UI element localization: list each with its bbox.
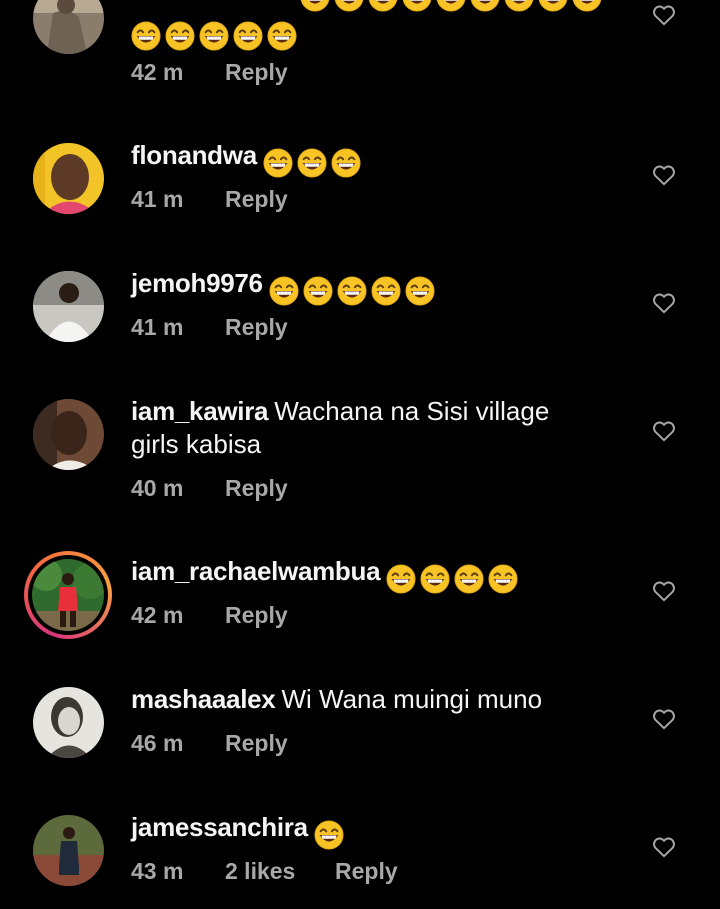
- laughing-emoji: [454, 564, 484, 594]
- comment-text-line: flonandwa: [131, 139, 601, 178]
- comment-meta: 43 m 2 likes Reply: [131, 857, 398, 885]
- laughing-emoji: [334, 0, 364, 12]
- laughing-emoji: [371, 276, 401, 306]
- laughing-emoji: [538, 0, 568, 12]
- comment-text-line: iam_kawira Wachana na Sisi village girls …: [131, 395, 601, 461]
- comment-time: 42 m: [131, 59, 184, 85]
- comment-username[interactable]: flonandwa: [131, 140, 257, 170]
- laughing-emoji: [572, 0, 602, 12]
- heart-outline-icon[interactable]: [651, 162, 677, 188]
- avatar[interactable]: [33, 815, 104, 886]
- reply-button[interactable]: Reply: [225, 729, 288, 757]
- laughing-emoji: [269, 276, 299, 306]
- laughing-emoji: [337, 276, 367, 306]
- avatar[interactable]: [33, 271, 104, 342]
- laughing-emoji: [331, 148, 361, 178]
- comment-meta: 46 m Reply: [131, 729, 288, 757]
- avatar[interactable]: [33, 0, 104, 54]
- laughing-emoji: [405, 276, 435, 306]
- laughing-emoji: [470, 0, 500, 12]
- laughing-emoji: [420, 564, 450, 594]
- comment-meta: 41 m Reply: [131, 185, 288, 213]
- heart-outline-icon[interactable]: [651, 578, 677, 604]
- comment-time: 41 m: [131, 314, 184, 340]
- comment-meta: 42 m Reply: [131, 58, 288, 86]
- laughing-emoji: [368, 0, 398, 12]
- avatar[interactable]: [33, 143, 104, 214]
- comment-meta: 40 m Reply: [131, 474, 288, 502]
- comment-time: 43 m: [131, 858, 184, 884]
- reply-button[interactable]: Reply: [225, 185, 288, 213]
- laughing-emoji: [233, 21, 263, 51]
- comment-text-line: mashaaalex Wi Wana muingi muno: [131, 683, 601, 716]
- laughing-emoji: [300, 0, 330, 12]
- laughing-emoji-group: [386, 561, 522, 594]
- laughing-emoji: [131, 21, 161, 51]
- laughing-emoji: [303, 276, 333, 306]
- laughing-emoji-group: [269, 273, 439, 306]
- laughing-emoji: [263, 148, 293, 178]
- reply-button[interactable]: Reply: [225, 601, 288, 629]
- comment-username[interactable]: iam_rachaelwambua: [131, 556, 381, 586]
- comment-text: Wi Wana muingi muno: [281, 684, 543, 714]
- emoji-strip-partial: [300, 0, 606, 12]
- reply-button[interactable]: Reply: [225, 58, 288, 86]
- avatar-story-ring[interactable]: [24, 551, 112, 639]
- comment-username[interactable]: iam_kawira: [131, 396, 269, 426]
- comment-meta: 41 m Reply: [131, 313, 288, 341]
- reply-button[interactable]: Reply: [225, 474, 288, 502]
- comment-meta: 42 m Reply: [131, 601, 288, 629]
- laughing-emoji: [199, 21, 229, 51]
- reply-button[interactable]: Reply: [335, 857, 398, 885]
- laughing-emoji: [267, 21, 297, 51]
- laughing-emoji: [314, 820, 344, 850]
- laughing-emoji: [504, 0, 534, 12]
- laughing-emoji-group: [263, 145, 365, 178]
- comment-username[interactable]: jemoh9976: [131, 268, 263, 298]
- laughing-emoji: [488, 564, 518, 594]
- comment-text-line: jemoh9976: [131, 267, 601, 306]
- likes-count[interactable]: 2 likes: [225, 857, 335, 885]
- laughing-emoji: [297, 148, 327, 178]
- comment-username[interactable]: mashaaalex: [131, 684, 276, 714]
- laughing-emoji-group: [131, 18, 301, 51]
- laughing-emoji: [386, 564, 416, 594]
- comment-text-line: iam_rachaelwambua: [131, 555, 601, 594]
- laughing-emoji: [165, 21, 195, 51]
- comment-time: 46 m: [131, 730, 184, 756]
- heart-outline-icon[interactable]: [651, 418, 677, 444]
- comment-time: 41 m: [131, 186, 184, 212]
- heart-outline-icon[interactable]: [651, 706, 677, 732]
- comment-username[interactable]: jamessanchira: [131, 812, 308, 842]
- avatar[interactable]: [33, 399, 104, 470]
- comment-time: 42 m: [131, 602, 184, 628]
- laughing-emoji: [402, 0, 432, 12]
- heart-outline-icon[interactable]: [651, 834, 677, 860]
- heart-outline-icon[interactable]: [651, 2, 677, 28]
- comment-text-line: [131, 12, 601, 51]
- comment-time: 40 m: [131, 475, 184, 501]
- avatar[interactable]: [33, 687, 104, 758]
- comment-text-line: jamessanchira: [131, 811, 601, 850]
- heart-outline-icon[interactable]: [651, 290, 677, 316]
- laughing-emoji: [436, 0, 466, 12]
- laughing-emoji-group: [314, 817, 348, 850]
- reply-button[interactable]: Reply: [225, 313, 288, 341]
